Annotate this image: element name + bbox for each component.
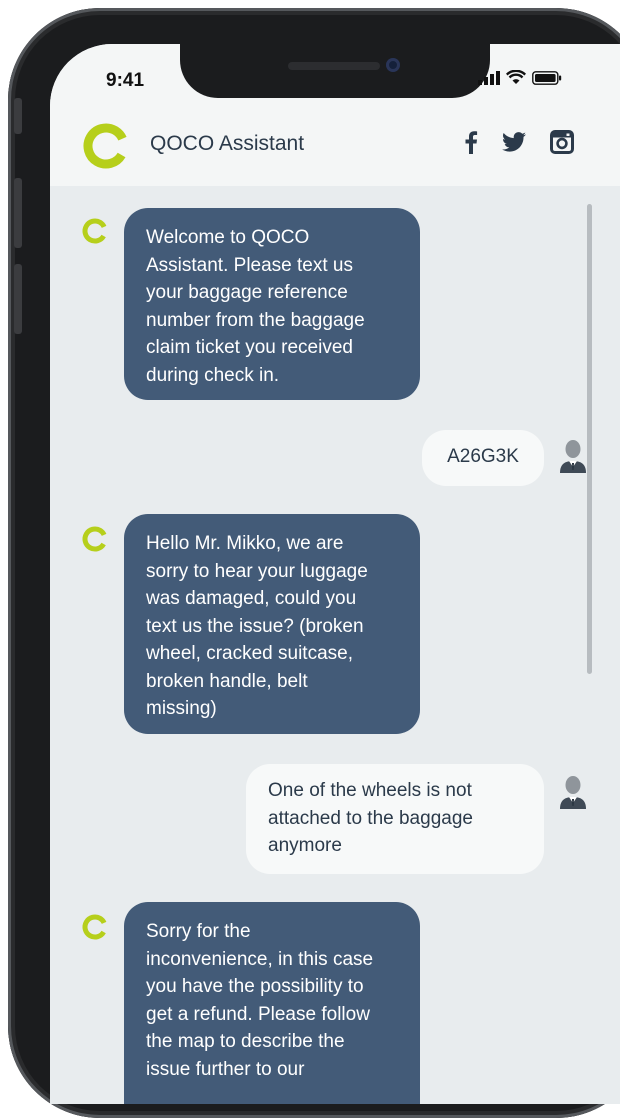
- phone-screen: 9:41 QOCO Assistant Welcome to QOCO Assi…: [50, 44, 620, 1104]
- bot-message: Welcome to QOCO Assistant. Please text u…: [124, 208, 420, 400]
- twitter-icon[interactable]: [502, 132, 526, 152]
- bot-avatar-icon: [80, 524, 110, 554]
- user-avatar-icon: [558, 438, 588, 474]
- bot-avatar-icon: [80, 216, 110, 246]
- facebook-icon[interactable]: [464, 130, 478, 154]
- wifi-icon: [506, 70, 526, 85]
- bot-message: Hello Mr. Mikko, we are sorry to hear yo…: [124, 514, 420, 734]
- app-title: QOCO Assistant: [150, 132, 305, 155]
- chat-area[interactable]: Welcome to QOCO Assistant. Please text u…: [50, 186, 620, 1104]
- signal-icon: [478, 70, 500, 85]
- phone-frame: 9:41 QOCO Assistant Welcome to QOCO Assi…: [8, 8, 620, 1118]
- bot-message: Sorry for the inconvenience, in this cas…: [124, 902, 420, 1104]
- battery-icon: [532, 70, 562, 85]
- user-avatar-icon: [558, 774, 588, 810]
- user-message: A26G3K: [422, 430, 544, 486]
- status-time: 9:41: [106, 70, 145, 91]
- qoco-logo-icon: [80, 120, 132, 172]
- status-bar: 9:41: [50, 44, 620, 102]
- volume-up-button: [14, 178, 22, 248]
- notch: [180, 44, 490, 98]
- user-message: One of the wheels is not attached to the…: [246, 764, 544, 874]
- bot-avatar-icon: [80, 912, 110, 942]
- instagram-icon[interactable]: [550, 130, 574, 154]
- front-camera: [386, 58, 400, 72]
- mute-switch: [14, 98, 22, 134]
- volume-down-button: [14, 264, 22, 334]
- speaker-grille: [288, 62, 380, 70]
- status-icons: [478, 70, 562, 85]
- chat-header: QOCO Assistant: [50, 102, 620, 186]
